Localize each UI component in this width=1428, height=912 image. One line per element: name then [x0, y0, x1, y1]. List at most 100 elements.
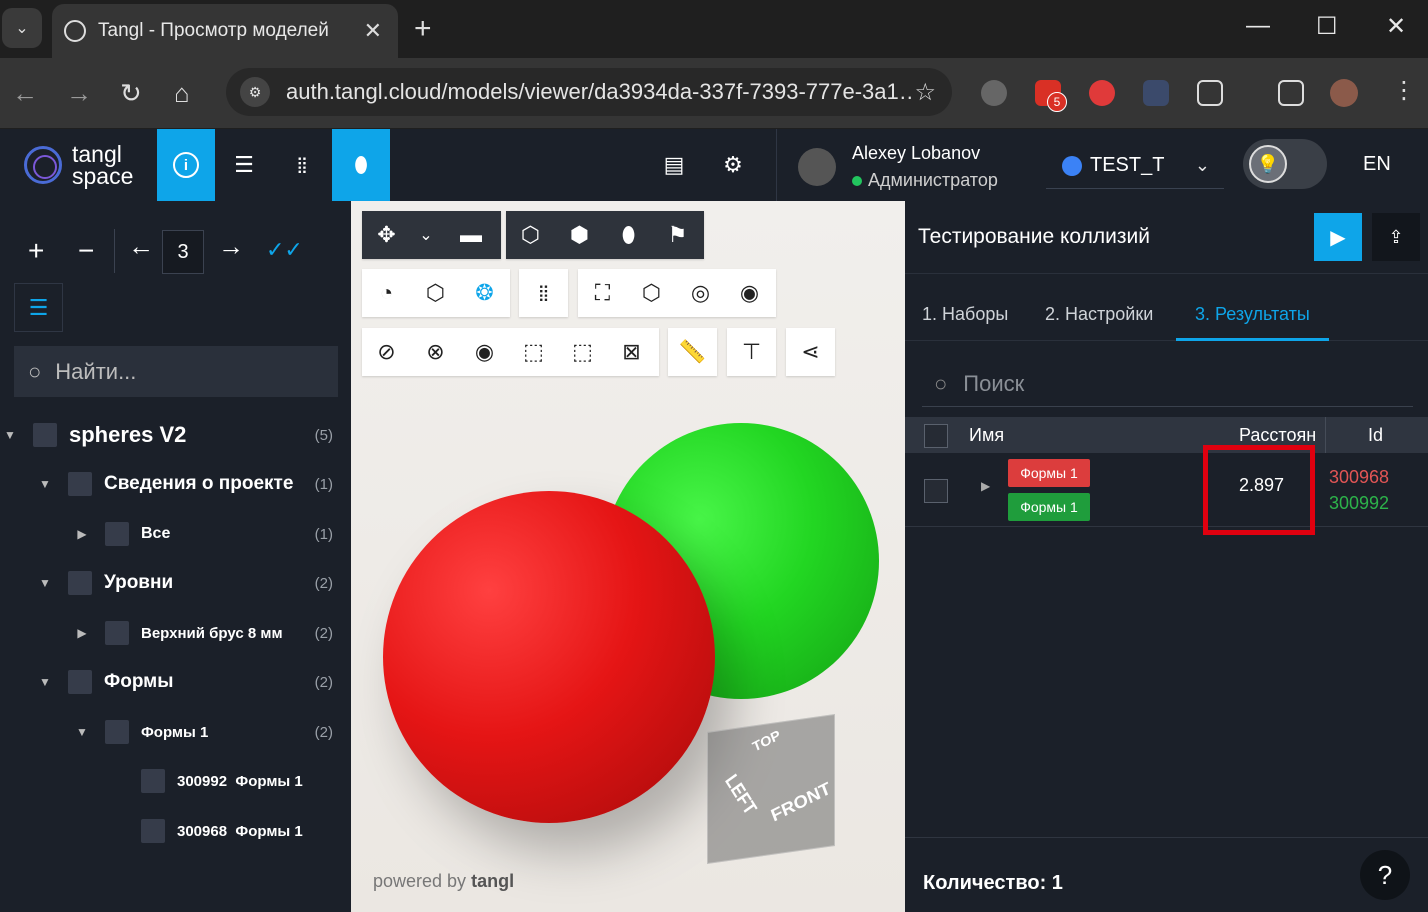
- ruler-icon[interactable]: 📏: [668, 328, 717, 376]
- run-button[interactable]: ▶: [1314, 213, 1362, 261]
- cube-face-left[interactable]: LEFT: [720, 770, 761, 819]
- list-view-button[interactable]: ☰: [215, 129, 273, 201]
- profile-avatar[interactable]: [1330, 79, 1358, 107]
- aperture-icon[interactable]: ❂: [460, 269, 509, 317]
- user-info[interactable]: Alexey Lobanov Администратор: [798, 143, 998, 191]
- theme-toggle[interactable]: 💡: [1243, 139, 1327, 189]
- share-icon[interactable]: ⋖: [786, 328, 835, 376]
- caret-down-icon[interactable]: ▼: [39, 477, 51, 491]
- tree-checkbox[interactable]: [105, 522, 129, 546]
- section-plane-icon[interactable]: ⊤: [727, 328, 776, 376]
- tree-level-input[interactable]: 3: [162, 230, 204, 274]
- extensions-puzzle-icon[interactable]: [1197, 80, 1223, 106]
- settings-button[interactable]: ⚙: [704, 129, 762, 201]
- collision-view-icon[interactable]: ⬮: [604, 211, 653, 259]
- orbit-icon[interactable]: ✥: [362, 211, 411, 259]
- tangl-space-logo[interactable]: tangl space: [24, 143, 133, 188]
- back-icon[interactable]: ←: [12, 78, 38, 109]
- tree-item-300992[interactable]: 300992 Формы 1: [0, 761, 351, 801]
- column-name[interactable]: Имя: [969, 425, 1004, 446]
- results-search-input[interactable]: ○ Поиск: [922, 361, 1413, 407]
- flag-icon[interactable]: ⚑: [653, 211, 702, 259]
- cube-face-front[interactable]: FRONT: [768, 778, 833, 826]
- layers-button[interactable]: ▤: [645, 129, 703, 201]
- browser-tab[interactable]: Tangl - Просмотр моделей ✕: [52, 4, 398, 58]
- close-tab-icon[interactable]: ✕: [364, 18, 382, 44]
- tab-settings[interactable]: 2. Настройки: [1045, 304, 1153, 325]
- tree-item-all[interactable]: ▶ Все (1): [0, 514, 351, 554]
- column-id[interactable]: Id: [1368, 425, 1383, 446]
- speedometer-icon[interactable]: ◔: [362, 269, 411, 317]
- tree-search-input[interactable]: ○ Найти...: [14, 346, 338, 397]
- minimize-icon[interactable]: —: [1246, 12, 1270, 40]
- fit-all-icon[interactable]: ⛶: [578, 269, 627, 317]
- bookmark-star-icon[interactable]: ☆: [914, 78, 936, 107]
- tree-checkbox[interactable]: [68, 670, 92, 694]
- tab-search-button[interactable]: ⌄: [2, 8, 42, 48]
- tree-checkbox[interactable]: [105, 621, 129, 645]
- help-button[interactable]: ?: [1360, 850, 1410, 900]
- tree-item-forms[interactable]: ▼ Формы (2): [0, 662, 351, 702]
- extension-paw-icon[interactable]: [981, 80, 1007, 106]
- table-row[interactable]: ▶ Формы 1 Формы 1 2.897 300968 300992: [905, 453, 1428, 527]
- forward-icon[interactable]: →: [66, 78, 92, 109]
- browser-menu-icon[interactable]: ⋮: [1392, 76, 1416, 105]
- tree-checkbox[interactable]: [68, 571, 92, 595]
- focus-icon[interactable]: ◎: [676, 269, 725, 317]
- cube-face-top[interactable]: TOP: [750, 727, 782, 755]
- tree-item-levels[interactable]: ▼ Уровни (2): [0, 563, 351, 603]
- column-distance[interactable]: Расстоян: [1239, 425, 1326, 446]
- tree-item-project-info[interactable]: ▼ Сведения о проекте (1): [0, 464, 351, 504]
- eye-icon[interactable]: ◉: [460, 328, 509, 376]
- 3d-viewer[interactable]: ✥ ⌄ ▬ ⬡ ⬢ ⬮ ⚑ ◔ ⬡ ❂ ⣿ ⛶ ⬡ ◎ ◉ ⊘ ⊗ ◉ ⬚ ⬚ …: [351, 201, 905, 912]
- fit-selection-icon[interactable]: ⬡: [627, 269, 676, 317]
- check-all-icon[interactable]: ✓✓: [266, 237, 303, 263]
- info-button[interactable]: i: [157, 129, 215, 201]
- cube-solid-icon[interactable]: ⬢: [555, 211, 604, 259]
- level-increase-icon[interactable]: →: [218, 231, 244, 262]
- red-sphere[interactable]: [383, 491, 715, 823]
- extension-dots-icon[interactable]: [1143, 80, 1169, 106]
- address-bar[interactable]: ⚙ auth.tangl.cloud/models/viewer/da3934d…: [226, 68, 952, 116]
- new-tab-icon[interactable]: +: [414, 12, 432, 46]
- project-select[interactable]: TEST_T ⌄: [1046, 143, 1224, 189]
- column-divider[interactable]: [1325, 417, 1326, 453]
- maximize-icon[interactable]: ☐: [1316, 12, 1338, 41]
- caret-right-icon[interactable]: ▶: [76, 527, 88, 541]
- expand-all-icon[interactable]: +: [28, 235, 44, 267]
- hexagon-icon[interactable]: ⬡: [411, 269, 460, 317]
- collapse-all-icon[interactable]: −: [78, 235, 94, 267]
- caret-down-icon[interactable]: ▼: [39, 576, 51, 590]
- list-mode-button[interactable]: ☰: [14, 283, 63, 332]
- hide-box-icon[interactable]: ⊠: [607, 328, 656, 376]
- hide-icon[interactable]: ⊘: [362, 328, 411, 376]
- target-icon[interactable]: ◉: [725, 269, 774, 317]
- extension-hex-icon[interactable]: [1089, 80, 1115, 106]
- cube-wireframe-icon[interactable]: ⬡: [506, 211, 555, 259]
- select-all-checkbox[interactable]: [924, 424, 948, 448]
- tree-checkbox[interactable]: [141, 819, 165, 843]
- tree-checkbox[interactable]: [68, 472, 92, 496]
- tab-sets[interactable]: 1. Наборы: [922, 304, 1008, 325]
- select-cursor-icon[interactable]: ⬚: [558, 328, 607, 376]
- export-xls-button[interactable]: ⇪: [1372, 213, 1420, 261]
- grid-view-button[interactable]: ⣿: [273, 129, 331, 201]
- caret-down-icon[interactable]: ▼: [4, 428, 16, 442]
- side-panel-icon[interactable]: [1278, 80, 1304, 106]
- close-window-icon[interactable]: ✕: [1386, 12, 1406, 41]
- tree-checkbox[interactable]: [141, 769, 165, 793]
- caret-right-icon[interactable]: ▶: [981, 479, 990, 493]
- dot-grid-icon[interactable]: ⣿: [519, 269, 568, 317]
- tree-checkbox[interactable]: [105, 720, 129, 744]
- caret-down-icon[interactable]: ▼: [76, 725, 88, 739]
- chevron-down-icon[interactable]: ⌄: [411, 211, 441, 259]
- hide-outline-icon[interactable]: ⊗: [411, 328, 460, 376]
- gmail-extension-icon[interactable]: 5: [1035, 80, 1067, 112]
- tree-item-forms-1[interactable]: ▼ Формы 1 (2): [0, 712, 351, 752]
- reload-icon[interactable]: ↻: [120, 78, 142, 109]
- caret-right-icon[interactable]: ▶: [76, 626, 88, 640]
- home-icon[interactable]: ⌂: [174, 78, 190, 109]
- tree-item-300968[interactable]: 300968 Формы 1: [0, 811, 351, 851]
- row-checkbox[interactable]: [924, 479, 948, 503]
- comment-icon[interactable]: ▬: [441, 211, 501, 259]
